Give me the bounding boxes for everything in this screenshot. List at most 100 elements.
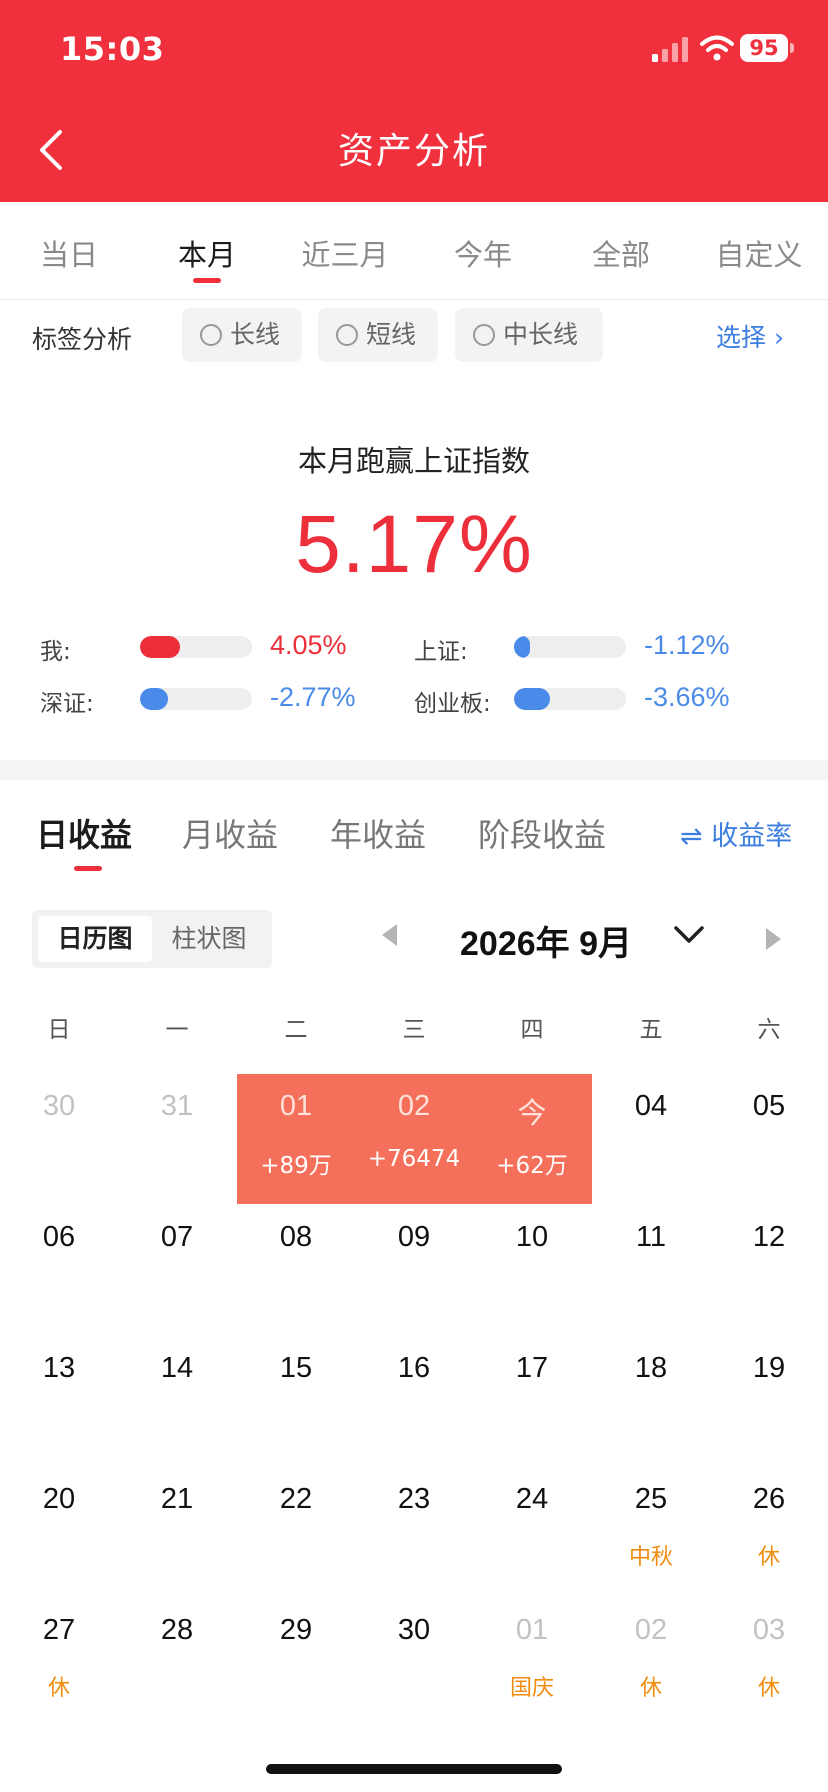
compare-bar-shanghai xyxy=(514,636,626,658)
calendar-day-number: 28 xyxy=(160,1614,194,1646)
calendar-day-cell[interactable]: 04 xyxy=(592,1074,710,1204)
tab-custom[interactable]: 自定义 xyxy=(690,232,828,274)
calendar-day-cell[interactable]: 29 xyxy=(237,1598,355,1728)
calendar-day-holiday: 休 xyxy=(757,1545,780,1570)
calendar-day-number: 01 xyxy=(279,1090,313,1122)
tag-chip-label: 短线 xyxy=(366,320,417,349)
calendar-day-cell[interactable]: 14 xyxy=(118,1336,236,1466)
calendar-day-number: 20 xyxy=(42,1483,76,1515)
next-month-icon[interactable] xyxy=(766,928,781,950)
calendar-day-number: 今 xyxy=(517,1098,547,1130)
tab-this-month[interactable]: 本月 xyxy=(138,232,276,274)
compare-bar-fill xyxy=(140,636,181,658)
calendar-view-button[interactable]: 日历图 xyxy=(38,916,152,962)
calendar-day-cell[interactable]: 31 xyxy=(118,1074,236,1204)
compare-bar-fill xyxy=(514,636,530,658)
calendar-day-number: 04 xyxy=(634,1090,668,1122)
calendar-day-number: 31 xyxy=(160,1090,194,1122)
calendar-day-cell[interactable]: 16 xyxy=(355,1336,473,1466)
calendar-day-cell[interactable]: 10 xyxy=(473,1205,591,1335)
tab-three-months[interactable]: 近三月 xyxy=(276,232,414,274)
compare-bar-chinext xyxy=(514,688,626,710)
calendar-day-cell[interactable]: 07 xyxy=(118,1205,236,1335)
calendar-day-cell[interactable]: 08 xyxy=(237,1205,355,1335)
calendar-day-cell[interactable]: 11 xyxy=(592,1205,710,1335)
calendar-day-number: 13 xyxy=(42,1352,76,1384)
calendar-day-cell[interactable]: 24 xyxy=(473,1467,591,1597)
calendar-day-cell[interactable]: 25 中秋 xyxy=(592,1467,710,1597)
tag-analysis-label: 标签分析 xyxy=(32,325,133,354)
calendar-day-cell[interactable]: 今 +62万 xyxy=(473,1074,591,1204)
calendar-day-number: 09 xyxy=(397,1221,431,1253)
calendar-day-earnings: +89万 xyxy=(260,1153,332,1179)
calendar-day-cell[interactable]: 30 xyxy=(355,1598,473,1728)
home-indicator xyxy=(266,1764,562,1774)
calendar-day-earnings: +76474 xyxy=(367,1146,461,1172)
calendar-day-cell[interactable]: 20 xyxy=(0,1467,118,1597)
active-tab-indicator xyxy=(74,866,102,871)
calendar-day-cell[interactable]: 06 xyxy=(0,1205,118,1335)
tag-chip-label: 长线 xyxy=(230,320,281,349)
calendar-day-cell[interactable]: 17 xyxy=(473,1336,591,1466)
calendar-day-cell[interactable]: 28 xyxy=(118,1598,236,1728)
weekday-label: 一 xyxy=(165,1017,189,1043)
calendar-day-cell[interactable]: 01 国庆 xyxy=(473,1598,591,1728)
calendar-day-cell[interactable]: 03 休 xyxy=(710,1598,828,1728)
tab-monthly-earnings[interactable]: 月收益 xyxy=(182,810,278,856)
calendar-day-cell[interactable]: 23 xyxy=(355,1467,473,1597)
calendar-day-cell[interactable]: 01 +89万 xyxy=(237,1074,355,1204)
month-label[interactable]: 2026年 9月 xyxy=(460,916,632,965)
calendar-day-holiday: 国庆 xyxy=(509,1676,554,1701)
tab-all[interactable]: 全部 xyxy=(552,232,690,274)
prev-month-icon[interactable] xyxy=(382,924,397,946)
calendar-day-cell[interactable]: 30 xyxy=(0,1074,118,1204)
calendar-day-cell[interactable]: 12 xyxy=(710,1205,828,1335)
calendar-day-cell[interactable]: 27 休 xyxy=(0,1598,118,1728)
compare-value-shenzhen: -2.77% xyxy=(270,682,356,712)
radio-icon xyxy=(200,324,222,346)
calendar-day-number: 15 xyxy=(279,1352,313,1384)
calendar-day-number: 19 xyxy=(752,1352,786,1384)
compare-bar-shenzhen xyxy=(140,688,252,710)
bar-view-button[interactable]: 柱状图 xyxy=(152,916,266,962)
calendar-day-cell[interactable]: 26 休 xyxy=(710,1467,828,1597)
tab-today[interactable]: 当日 xyxy=(0,232,138,274)
calendar-day-holiday: 休 xyxy=(757,1676,780,1701)
compare-label-chinext: 创业板: xyxy=(414,691,491,717)
calendar-day-cell[interactable]: 02 休 xyxy=(592,1598,710,1728)
calendar-day-cell[interactable]: 13 xyxy=(0,1336,118,1466)
tab-stage-earnings[interactable]: 阶段收益 xyxy=(478,810,606,856)
yield-rate-toggle[interactable]: ⇌ 收益率 xyxy=(680,814,792,853)
calendar-day-cell[interactable]: 22 xyxy=(237,1467,355,1597)
calendar-day-number: 18 xyxy=(634,1352,668,1384)
status-time: 15:03 xyxy=(60,30,165,68)
tab-daily-earnings[interactable]: 日收益 xyxy=(36,810,132,856)
calendar-day-number: 02 xyxy=(397,1090,431,1122)
tab-yearly-earnings[interactable]: 年收益 xyxy=(330,810,426,856)
calendar-day-number: 12 xyxy=(752,1221,786,1253)
calendar-day-cell[interactable]: 02 +76474 xyxy=(355,1074,473,1204)
calendar-day-number: 17 xyxy=(515,1352,549,1384)
calendar-day-cell[interactable]: 15 xyxy=(237,1336,355,1466)
calendar-day-number: 26 xyxy=(752,1483,786,1515)
chevron-down-icon[interactable] xyxy=(672,922,706,948)
app-header: 15:03 95 资产分析 xyxy=(0,0,828,202)
calendar-day-cell[interactable]: 18 xyxy=(592,1336,710,1466)
calendar-day-cell[interactable]: 05 xyxy=(710,1074,828,1204)
compare-bar-fill xyxy=(514,688,550,710)
calendar-day-cell[interactable]: 21 xyxy=(118,1467,236,1597)
tab-this-year[interactable]: 今年 xyxy=(414,232,552,274)
battery-tip xyxy=(790,43,794,53)
calendar-day-cell[interactable]: 19 xyxy=(710,1336,828,1466)
weekday-label: 二 xyxy=(284,1017,308,1043)
page-title: 资产分析 xyxy=(337,131,490,172)
tag-chip-short[interactable]: 短线 xyxy=(318,308,438,362)
calendar-day-number: 30 xyxy=(42,1090,76,1122)
select-tags-link[interactable]: 选择 › xyxy=(716,318,784,354)
calendar-day-number: 05 xyxy=(752,1090,786,1122)
tag-chip-mid-long[interactable]: 中长线 xyxy=(455,308,603,362)
calendar-day-number: 11 xyxy=(635,1221,667,1253)
tag-chip-long[interactable]: 长线 xyxy=(182,308,302,362)
compare-value-me: 4.05% xyxy=(270,630,347,660)
calendar-day-cell[interactable]: 09 xyxy=(355,1205,473,1335)
